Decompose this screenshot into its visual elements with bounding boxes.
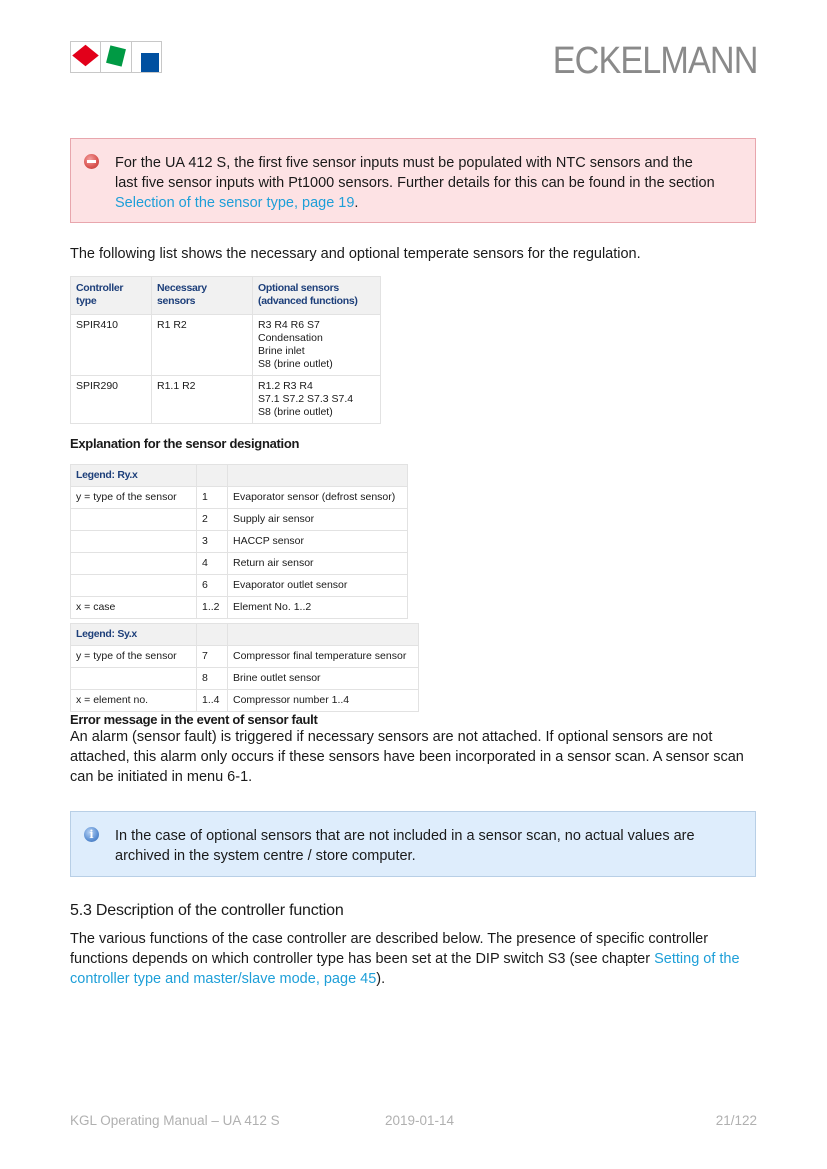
section-title: 5.3 Description of the controller functi… <box>70 902 344 919</box>
table-row: x = element no. 1..4 Compressor number 1… <box>70 689 419 712</box>
optional-item: R1.2 R3 R4 <box>258 380 313 392</box>
column-header <box>196 464 228 487</box>
cell-controller-type: SPIR410 <box>70 314 152 376</box>
cell-label: y = type of the sensor <box>70 645 197 668</box>
cell-desc: Compressor number 1..4 <box>227 689 419 712</box>
section-body: The various functions of the case contro… <box>70 931 709 967</box>
column-header <box>227 464 408 487</box>
cell-code: 4 <box>196 552 228 575</box>
danger-notice-text: For the UA 412 S, the first five sensor … <box>115 155 715 191</box>
footer-document-title: KGL Operating Manual – UA 412 S <box>70 1113 280 1128</box>
optional-item: S7.1 S7.2 S7.3 S7.4 <box>258 393 354 405</box>
table-row: SPIR290 R1.1 R2 R1.2 R3 R4 S7.1 S7.2 S7.… <box>70 375 381 424</box>
table-header-row: Controller type Necessary sensors Option… <box>70 276 381 315</box>
cell-code: 7 <box>196 645 228 668</box>
cell-label: y = type of the sensor <box>70 486 197 509</box>
cell-label <box>70 574 197 597</box>
column-header: Optional sensors (advanced functions) <box>252 276 381 315</box>
optional-item: R3 R4 R6 S7 <box>258 319 320 331</box>
sensor-table: Controller type Necessary sensors Option… <box>70 276 381 424</box>
cell-desc: Evaporator sensor (defrost sensor) <box>227 486 408 509</box>
cell-optional: R3 R4 R6 S7 Condensation Brine inlet S8 … <box>252 314 381 376</box>
table-row: 3 HACCP sensor <box>70 530 408 553</box>
optional-item: S8 (brine outlet) <box>258 406 333 418</box>
table-row: SPIR410 R1 R2 R3 R4 R6 S7 Condensation B… <box>70 314 381 376</box>
cell-label <box>70 552 197 575</box>
cell-necessary: R1.1 R2 <box>151 375 253 424</box>
cell-optional: R1.2 R3 R4 S7.1 S7.2 S7.3 S7.4 S8 (brine… <box>252 375 381 424</box>
table-header-row: Legend: Ry.x <box>70 464 408 487</box>
danger-notice-suffix: . <box>354 195 359 211</box>
cell-label <box>70 508 197 531</box>
cell-label <box>70 530 197 553</box>
info-notice: In the case of optional sensors that are… <box>70 811 756 877</box>
logo-green-square <box>101 42 132 72</box>
table-row: 2 Supply air sensor <box>70 508 408 531</box>
brand-name: ECKELMANN <box>552 40 758 82</box>
cell-label <box>70 667 197 690</box>
optional-item: Condensation <box>258 332 323 344</box>
error-heading: Error message in the event of sensor fau… <box>70 712 318 727</box>
info-notice-text: In the case of optional sensors that are… <box>115 828 695 864</box>
cell-label: x = case <box>70 596 197 619</box>
cell-desc: Supply air sensor <box>227 508 408 531</box>
danger-notice: For the UA 412 S, the first five sensor … <box>70 138 756 223</box>
cell-desc: Compressor final temperature sensor <box>227 645 419 668</box>
section-suffix: ). <box>376 971 386 987</box>
column-header <box>227 623 419 646</box>
error-text: An alarm (sensor fault) is triggered if … <box>70 729 744 785</box>
footer-date: 2019-01-14 <box>385 1113 455 1128</box>
table-row: y = type of the sensor 7 Compressor fina… <box>70 645 419 668</box>
intro-text: The following list shows the necessary a… <box>70 246 641 262</box>
column-header: Necessary sensors <box>151 276 253 315</box>
stop-icon <box>84 154 99 169</box>
legend-r-table: Legend: Ry.x y = type of the sensor 1 Ev… <box>70 464 408 619</box>
info-icon <box>84 825 99 845</box>
cell-label: x = element no. <box>70 689 197 712</box>
cell-code: 1..4 <box>196 689 228 712</box>
optional-item: S8 (brine outlet) <box>258 358 333 370</box>
cell-desc: Evaporator outlet sensor <box>227 574 408 597</box>
cell-code: 6 <box>196 574 228 597</box>
cell-code: 1..2 <box>196 596 228 619</box>
cell-desc: Element No. 1..2 <box>227 596 408 619</box>
cell-controller-type: SPIR290 <box>70 375 152 424</box>
cell-necessary: R1 R2 <box>151 314 253 376</box>
cell-code: 8 <box>196 667 228 690</box>
section-text: The various functions of the case contro… <box>70 929 760 989</box>
legend-header: Legend: Ry.x <box>70 464 197 487</box>
table-row: 4 Return air sensor <box>70 552 408 575</box>
cell-code: 2 <box>196 508 228 531</box>
cell-code: 3 <box>196 530 228 553</box>
designation-heading: Explanation for the sensor designation <box>70 436 300 451</box>
column-header <box>196 623 228 646</box>
optional-item: Brine inlet <box>258 345 305 357</box>
table-header-row: Legend: Sy.x <box>70 623 419 646</box>
logo-blue-square <box>132 42 161 72</box>
footer-page-number: 21/122 <box>715 1113 757 1128</box>
cell-desc: HACCP sensor <box>227 530 408 553</box>
cell-desc: Return air sensor <box>227 552 408 575</box>
table-row: y = type of the sensor 1 Evaporator sens… <box>70 486 408 509</box>
cell-code: 1 <box>196 486 228 509</box>
link-sensor-type-selection[interactable]: Selection of the sensor type, page 19 <box>115 195 354 211</box>
legend-s-table: Legend: Sy.x y = type of the sensor 7 Co… <box>70 623 419 712</box>
table-row: 8 Brine outlet sensor <box>70 667 419 690</box>
table-row: x = case 1..2 Element No. 1..2 <box>70 596 408 619</box>
column-header: Controller type <box>70 276 152 315</box>
table-row: 6 Evaporator outlet sensor <box>70 574 408 597</box>
eckelmann-logo-icon <box>70 41 162 73</box>
logo-red-square <box>71 42 102 72</box>
cell-desc: Brine outlet sensor <box>227 667 419 690</box>
legend-header: Legend: Sy.x <box>70 623 197 646</box>
